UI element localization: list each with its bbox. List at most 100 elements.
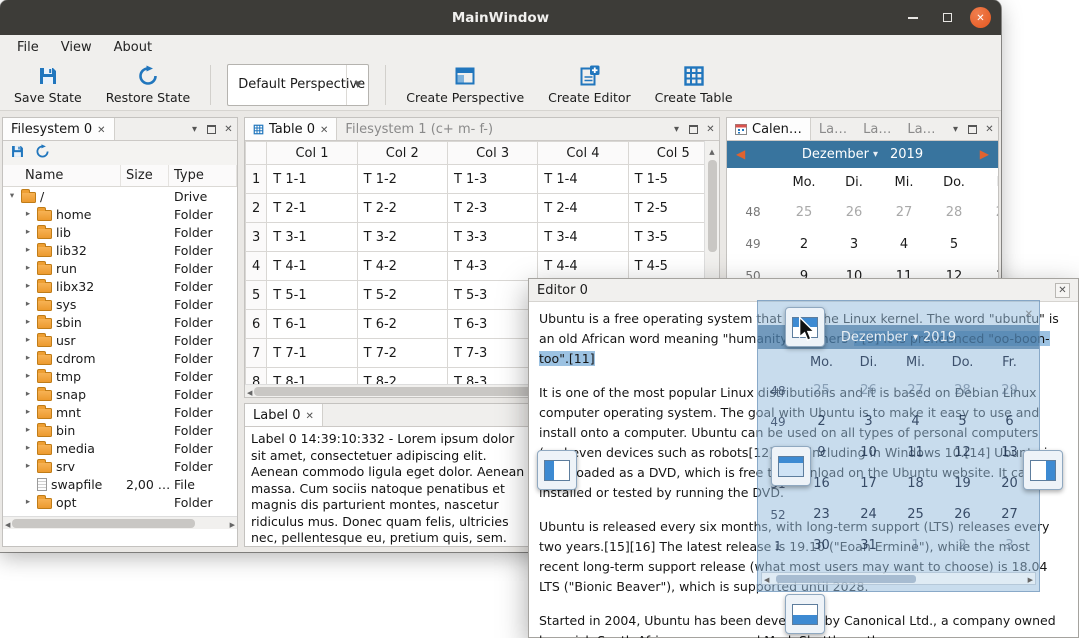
expander-collapsed-icon[interactable]: ▸ [23,389,33,399]
tree-row[interactable]: ▸mediaFolder [3,439,237,457]
drop-indicator-left[interactable] [537,450,577,490]
expander-expanded-icon[interactable]: ▾ [7,191,17,201]
tree-row[interactable]: ▸cdromFolder [3,349,237,367]
table-column-header[interactable]: Col 2 [357,142,447,165]
table-cell[interactable]: T 1-2 [357,165,447,194]
calendar-date-cell[interactable]: 4 [879,237,929,252]
table-column-header[interactable]: Col 1 [267,142,357,165]
table-cell[interactable]: T 1-3 [447,165,537,194]
calendar-next-button[interactable] [980,147,989,162]
save-icon[interactable] [10,144,25,163]
dock-close-icon[interactable] [220,118,237,140]
calendar-date-cell[interactable]: 29 [979,205,999,220]
perspective-select[interactable]: Default Perspective [227,64,369,106]
tab-label-0[interactable]: Label 0 [245,404,323,426]
minimize-button[interactable] [902,7,924,29]
expander-collapsed-icon[interactable]: ▸ [23,209,33,219]
dock-menu-icon[interactable] [947,118,964,140]
table-row-header[interactable]: 7 [246,339,267,368]
tree-row[interactable]: ▸libFolder [3,223,237,241]
table-row-header[interactable]: 3 [246,223,267,252]
tab-label-1[interactable]: La… [811,118,855,140]
calendar-date-cell[interactable]: 6 [979,237,999,252]
table-cell[interactable]: T 2-1 [267,194,357,223]
table-row-header[interactable]: 6 [246,310,267,339]
table-cell[interactable]: T 3-2 [357,223,447,252]
tree-row[interactable]: ▸optFolder [3,493,237,511]
expander-collapsed-icon[interactable]: ▸ [23,263,33,273]
tab-calendar[interactable]: Calen… [727,118,811,140]
tab-label-3[interactable]: La… [899,118,943,140]
table-cell[interactable]: T 4-1 [267,252,357,281]
table-cell[interactable]: T 3-1 [267,223,357,252]
expander-collapsed-icon[interactable]: ▸ [23,353,33,363]
menu-view[interactable]: View [50,38,103,57]
filesystem-hscrollbar[interactable] [3,516,237,529]
close-button[interactable] [970,7,991,28]
table-cell[interactable]: T 5-2 [357,281,447,310]
tab-label-2[interactable]: La… [855,118,899,140]
calendar-date-cell[interactable]: 28 [929,205,979,220]
tree-row[interactable]: ▸libx32Folder [3,277,237,295]
save-state-button[interactable]: Save State [10,63,86,107]
calendar-date-cell[interactable]: 25 [779,205,829,220]
table-cell[interactable]: T 4-3 [447,252,537,281]
column-header-name[interactable]: Name [3,165,121,186]
table-cell[interactable]: T 6-1 [267,310,357,339]
calendar-year-button[interactable]: 2019 [890,147,923,162]
table-row-header[interactable]: 4 [246,252,267,281]
drop-indicator-bottom[interactable] [785,594,825,634]
table-cell[interactable]: T 2-4 [538,194,628,223]
calendar-date-cell[interactable]: 3 [829,237,879,252]
table-cell[interactable]: T 6-3 [447,310,537,339]
table-cell[interactable]: T 7-1 [267,339,357,368]
table-row-header[interactable]: 1 [246,165,267,194]
column-header-size[interactable]: Size [121,165,169,186]
tab-filesystem-0[interactable]: Filesystem 0 [3,118,115,140]
tree-row[interactable]: ▸snapFolder [3,385,237,403]
table-cell[interactable]: T 5-1 [267,281,357,310]
calendar-date-cell[interactable]: 26 [829,205,879,220]
table-cell[interactable]: T 3-4 [538,223,628,252]
drop-indicator-right[interactable] [1023,450,1063,490]
dock-float-button[interactable] [685,118,702,140]
table-cell[interactable]: T 1-1 [267,165,357,194]
create-table-button[interactable]: Create Table [651,63,737,107]
expander-collapsed-icon[interactable]: ▸ [23,407,33,417]
dock-close-icon[interactable] [981,118,998,140]
expander-collapsed-icon[interactable]: ▸ [23,497,33,507]
calendar-date-cell[interactable]: 27 [879,205,929,220]
restore-icon[interactable] [35,144,50,163]
calendar-date-cell[interactable]: 2 [779,237,829,252]
calendar-prev-button[interactable] [736,147,745,162]
drop-indicator-center[interactable] [771,446,811,486]
table-column-header[interactable]: Col 3 [447,142,537,165]
create-editor-button[interactable]: Create Editor [544,63,635,107]
table-cell[interactable]: T 7-2 [357,339,447,368]
tree-row[interactable]: ▸srvFolder [3,457,237,475]
tree-row[interactable]: ▸sbinFolder [3,313,237,331]
dock-float-button[interactable] [964,118,981,140]
editor-close-button[interactable] [1055,283,1070,298]
tab-close-icon[interactable] [97,122,105,137]
tab-filesystem-1[interactable]: Filesystem 1 (c+ m- f-) [337,118,501,140]
window-titlebar[interactable]: MainWindow [0,0,1001,35]
tree-row[interactable]: ▸binFolder [3,421,237,439]
scrollbar-handle[interactable] [12,519,195,528]
scrollbar-track[interactable] [12,519,227,528]
dock-menu-icon[interactable] [186,118,203,140]
tree-row[interactable]: ▸mntFolder [3,403,237,421]
expander-collapsed-icon[interactable]: ▸ [23,317,33,327]
table-cell[interactable]: T 3-3 [447,223,537,252]
table-cell[interactable]: T 2-3 [447,194,537,223]
calendar-month-button[interactable]: Dezember [802,147,869,162]
dock-float-button[interactable] [203,118,220,140]
tree-row[interactable]: ▸runFolder [3,259,237,277]
tree-row[interactable]: ▸sysFolder [3,295,237,313]
table-cell[interactable]: T 4-2 [357,252,447,281]
calendar-date-cell[interactable]: 5 [929,237,979,252]
table-cell[interactable]: T 2-2 [357,194,447,223]
expander-collapsed-icon[interactable]: ▸ [23,425,33,435]
expander-collapsed-icon[interactable]: ▸ [23,227,33,237]
create-perspective-button[interactable]: Create Perspective [402,63,528,107]
